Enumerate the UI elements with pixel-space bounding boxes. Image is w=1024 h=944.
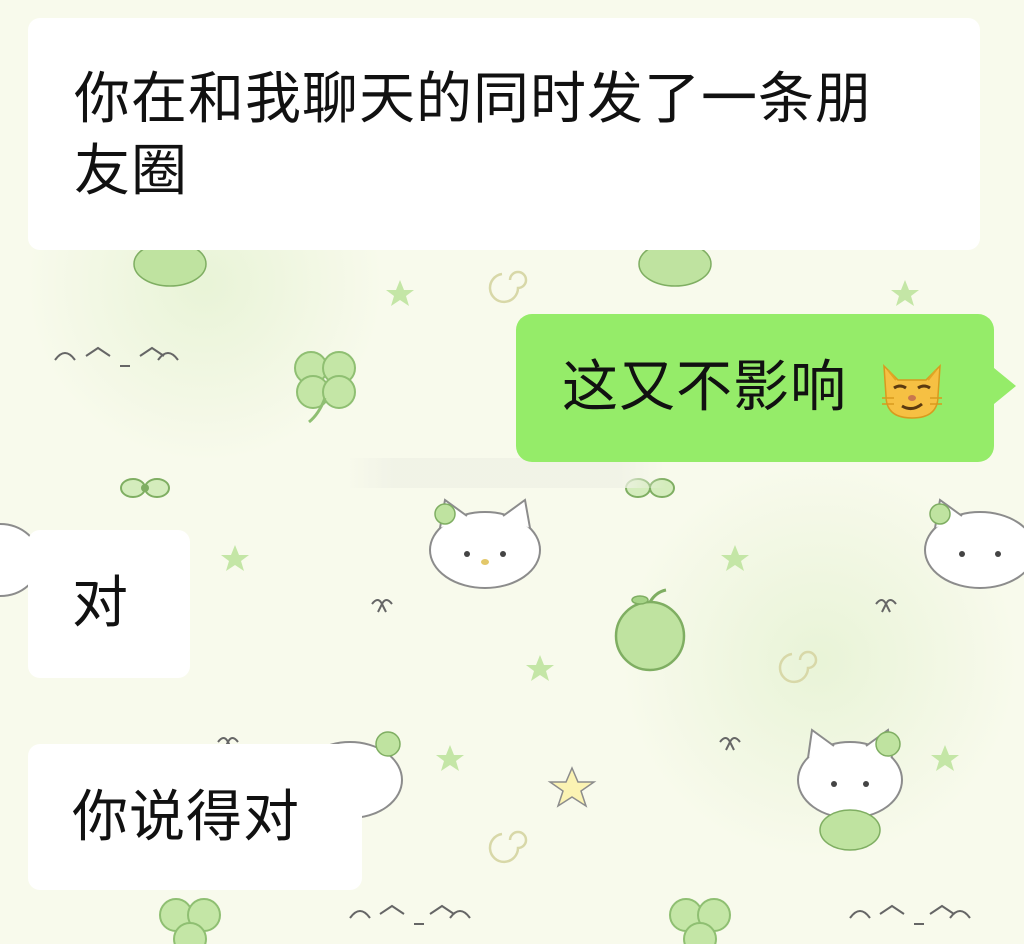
message-text-line: 你在和我聊天的同时发了一条朋 [74,67,872,132]
incoming-message-bubble[interactable]: 你说得对 [28,744,362,890]
bow-icon [120,478,170,498]
clover-icon [294,351,356,424]
kitty-face-icon [429,498,541,589]
outgoing-bubble-tail [994,368,1016,404]
screenshot-seam [346,458,666,488]
clover-icon [669,898,731,944]
message-text-line: 友圈 [74,139,188,204]
clover-icon [159,898,221,944]
kitty-face-icon [924,498,1024,589]
smirking-cat-emoji-icon [882,364,942,419]
incoming-message-bubble[interactable]: 你在和我聊天的同时发了一条朋 友圈 [28,18,980,250]
ribbon-icon [217,599,897,751]
message-text: 你说得对 [72,785,300,850]
apple-icon [614,588,686,672]
message-text: 这又不影响 [562,355,847,420]
kitty-face-icon [797,728,903,851]
incoming-message-bubble[interactable]: 对 [28,530,190,678]
message-text: 对 [72,571,129,636]
star-icon [547,766,597,808]
